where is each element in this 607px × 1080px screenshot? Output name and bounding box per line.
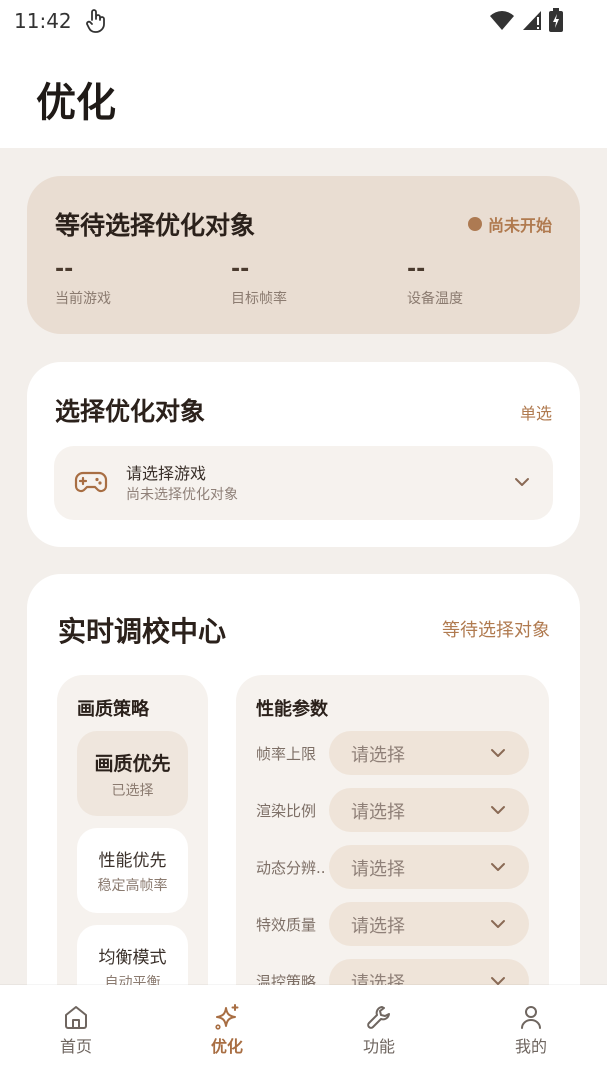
quality-strategy-panel: 画质策略 画质优先 已选择 性能优先 稳定高帧率 均衡模式 自动平衡: [57, 675, 208, 1035]
strategy-sub: 已选择: [111, 783, 154, 799]
game-picker[interactable]: 请选择游戏 尚未选择优化对象: [54, 446, 553, 520]
metric-current-game: -- 当前游戏: [55, 258, 111, 308]
strategy-sub: 稳定高帧率: [97, 878, 168, 894]
gamepad-icon: [74, 471, 108, 493]
quality-panel-title: 画质策略: [77, 699, 149, 720]
performance-params-panel: 性能参数 帧率上限 请选择 渲染比例 请选择 动态分辨... 请选择 特效质量: [236, 675, 549, 1035]
tuning-center-title: 实时调校中心: [58, 615, 227, 648]
param-label: 帧率上限: [256, 745, 317, 763]
status-dot-icon: [467, 217, 482, 231]
metric-target-fps: -- 目标帧率: [231, 258, 287, 308]
status-time: 11:42: [14, 9, 72, 33]
status-badge: 尚未开始: [467, 212, 552, 236]
param-label: 动态分辨...: [256, 859, 324, 877]
user-icon: [521, 1006, 541, 1029]
chevron-down-icon: [491, 806, 505, 814]
nav-label: 我的: [514, 1037, 547, 1056]
bottom-nav: 首页 优化 功能 我的: [0, 985, 607, 1080]
param-value: 请选择: [351, 916, 405, 937]
param-select-effects-quality[interactable]: 请选择: [329, 902, 529, 946]
nav-label: 优化: [210, 1037, 243, 1056]
game-picker-subtitle: 尚未选择优化对象: [126, 487, 238, 503]
param-select-fps-limit[interactable]: 请选择: [329, 731, 529, 775]
battery-icon: [549, 8, 563, 32]
game-picker-title: 请选择游戏: [126, 464, 207, 483]
cellular-icon: [523, 11, 541, 30]
wrench-icon: [367, 1006, 390, 1029]
param-label: 特效质量: [256, 916, 317, 934]
chevron-down-icon: [491, 920, 505, 928]
param-row-dynamic-resolution: 动态分辨... 请选择: [256, 845, 529, 889]
touch-icon: [86, 9, 105, 33]
nav-item-features[interactable]: 功能: [329, 985, 429, 1080]
select-target-title: 选择优化对象: [55, 397, 206, 426]
status-icons: [489, 8, 563, 32]
param-select-render-scale[interactable]: 请选择: [329, 788, 529, 832]
nav-item-home[interactable]: 首页: [26, 985, 126, 1080]
status-badge-label: 尚未开始: [487, 216, 552, 235]
wifi-icon: [490, 11, 514, 30]
metric-label: 目标帧率: [231, 291, 287, 307]
selection-mode-label: 单选: [519, 404, 552, 423]
metric-value: --: [55, 257, 74, 282]
page-header: 优化: [0, 44, 607, 148]
metric-device-temp: -- 设备温度: [407, 258, 463, 308]
param-row-fps-limit: 帧率上限 请选择: [256, 731, 529, 775]
sparkle-icon: [215, 1004, 239, 1030]
param-value: 请选择: [351, 859, 405, 880]
nav-label: 首页: [59, 1037, 92, 1056]
performance-panel-title: 性能参数: [256, 699, 328, 720]
param-row-effects-quality: 特效质量 请选择: [256, 902, 529, 946]
page-title: 优化: [36, 80, 116, 126]
chevron-down-icon: [491, 749, 505, 757]
metric-value: --: [231, 257, 250, 282]
metric-value: --: [407, 257, 426, 282]
nav-item-profile[interactable]: 我的: [481, 985, 581, 1080]
home-icon: [65, 1006, 87, 1029]
strategy-performance-first[interactable]: 性能优先 稳定高帧率: [77, 828, 188, 913]
status-bar: 11:42: [0, 0, 607, 44]
nav-label: 功能: [362, 1037, 395, 1056]
strategy-name: 画质优先: [94, 753, 171, 775]
nav-item-optimize[interactable]: 优化: [177, 985, 277, 1080]
param-value: 请选择: [351, 745, 405, 766]
param-row-render-scale: 渲染比例 请选择: [256, 788, 529, 832]
strategy-name: 均衡模式: [98, 948, 167, 968]
metric-label: 当前游戏: [55, 291, 111, 307]
optimization-status-card: 等待选择优化对象 尚未开始 -- 当前游戏 -- 目标帧率 -- 设备温度: [27, 176, 580, 334]
param-select-dynamic-resolution[interactable]: 请选择: [329, 845, 529, 889]
chevron-down-icon: [491, 863, 505, 871]
select-target-card: 选择优化对象 单选 请选择游戏 尚未选择优化对象: [27, 362, 580, 547]
metric-label: 设备温度: [407, 291, 463, 307]
strategy-name: 性能优先: [98, 851, 167, 871]
status-card-title: 等待选择优化对象: [55, 211, 256, 240]
param-label: 渲染比例: [256, 802, 317, 820]
tuning-status: 等待选择对象: [442, 620, 550, 641]
param-value: 请选择: [351, 802, 405, 823]
strategy-quality-first[interactable]: 画质优先 已选择: [77, 731, 188, 816]
chevron-down-icon: [515, 478, 529, 486]
